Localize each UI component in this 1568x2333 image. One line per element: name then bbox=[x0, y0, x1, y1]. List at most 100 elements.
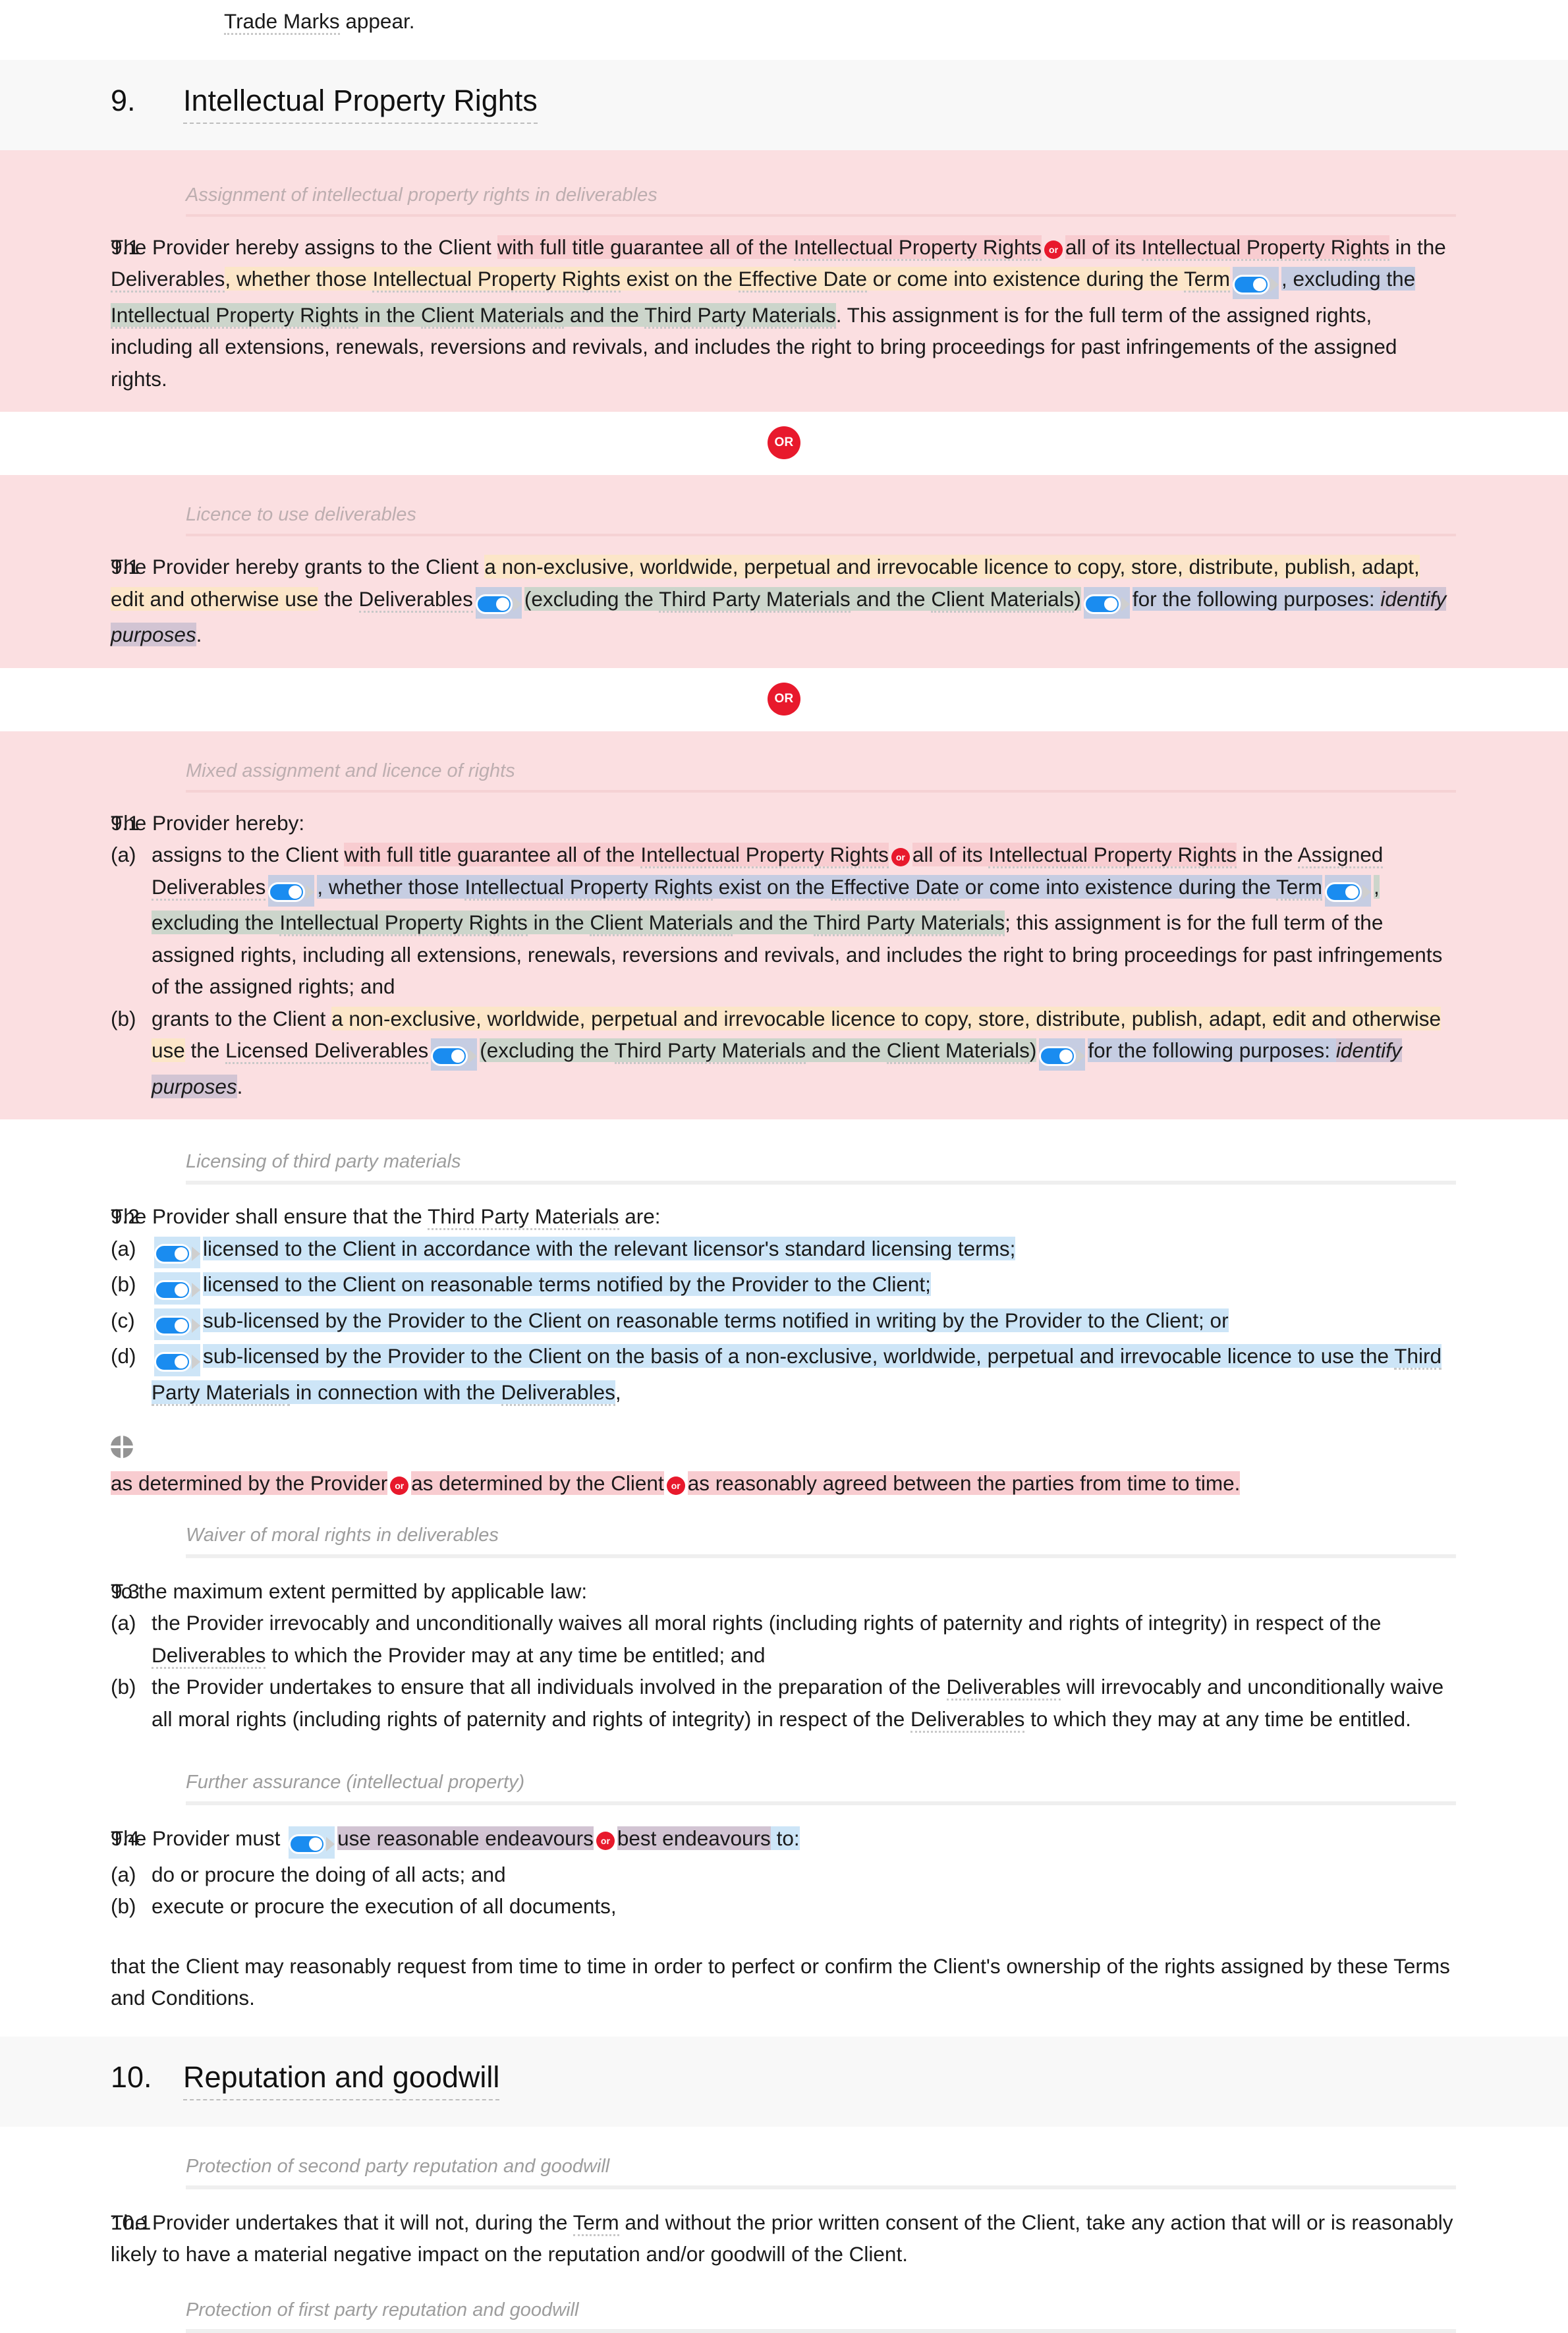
list-item: (b) the Provider undertakes to ensure th… bbox=[111, 1671, 1456, 1735]
text-run: exist on the bbox=[712, 874, 831, 899]
option-run-agreed[interactable]: as reasonably agreed between the parties… bbox=[687, 1471, 1241, 1495]
option-run-exclusions[interactable]: (excluding the Third Party Materials and… bbox=[480, 1038, 1037, 1064]
text-run: the Provider irrevocably and uncondition… bbox=[152, 1611, 1382, 1635]
sub-list: (a) do or procure the doing of all acts;… bbox=[111, 1859, 1456, 1923]
toggle-knob bbox=[1253, 277, 1266, 291]
clause-toggle[interactable] bbox=[431, 1038, 478, 1071]
toggle-pill[interactable] bbox=[154, 1351, 191, 1372]
toggle-pill[interactable] bbox=[1233, 274, 1270, 295]
or-divider-2[interactable]: OR bbox=[0, 668, 1568, 731]
defined-term: Term bbox=[1184, 267, 1230, 293]
option-run-c[interactable]: , whether those Intellectual Property Ri… bbox=[317, 874, 1322, 901]
or-badge-inline[interactable]: or bbox=[666, 1476, 685, 1495]
clause-toggle[interactable] bbox=[154, 1308, 200, 1340]
toggle-pill[interactable] bbox=[431, 1046, 468, 1066]
subheading-waiver: Waiver of moral rights in deliverables bbox=[186, 1524, 499, 1546]
clause-toggle[interactable] bbox=[1233, 267, 1279, 299]
option-run-b[interactable]: all of its Intellectual Property Rights bbox=[912, 843, 1237, 868]
clause-number: 9.2 bbox=[111, 1204, 140, 1228]
or-badge-inline[interactable]: or bbox=[1044, 240, 1063, 259]
option-block-assignment[interactable]: Assignment of intellectual property righ… bbox=[0, 150, 1568, 412]
move-handle-icon[interactable] bbox=[111, 1436, 133, 1458]
option-run-c[interactable]: , whether those Intellectual Property Ri… bbox=[225, 267, 1230, 293]
toggle-knob bbox=[289, 885, 302, 899]
toggle-pill[interactable] bbox=[154, 1279, 191, 1300]
or-badge-inline[interactable]: or bbox=[891, 848, 910, 866]
toggle-pill[interactable] bbox=[154, 1244, 191, 1264]
defined-term: Client Materials bbox=[931, 586, 1075, 613]
option-run-determined-provider[interactable]: as determined by the Provider bbox=[111, 1471, 388, 1495]
subheading-further-assurance-wrap: Further assurance (intellectual property… bbox=[0, 1735, 1568, 1805]
defined-term: Intellectual Property Rights bbox=[372, 267, 621, 293]
section-number-10: 10. bbox=[111, 2060, 152, 2094]
option-run[interactable]: sub-licensed by the Provider to the Clie… bbox=[152, 1344, 1442, 1406]
option-block-licence[interactable]: Licence to use deliverables 9.1 The Prov… bbox=[0, 475, 1568, 668]
text-run: a non-exclusive, worldwide, perpetual an… bbox=[331, 1006, 925, 1030]
text-run: The Provider undertakes that it will not… bbox=[111, 2210, 573, 2234]
defined-term: Third Party Materials bbox=[813, 911, 1005, 936]
or-badge[interactable]: OR bbox=[768, 426, 800, 459]
option-run[interactable]: licensed to the Client on reasonable ter… bbox=[203, 1272, 931, 1296]
sub-list: (a) licensed to the Client in accordance… bbox=[111, 1233, 1456, 1409]
toggle-pill[interactable] bbox=[1083, 594, 1121, 615]
option-run-d[interactable]: , excluding the bbox=[1281, 267, 1416, 291]
option-run-purposes-lead[interactable]: for the following purposes: bbox=[1088, 1038, 1336, 1062]
option-run-reasonable-endeavours[interactable]: use reasonable endeavours bbox=[337, 1826, 594, 1850]
toggle-knob bbox=[175, 1319, 188, 1333]
document-page: Trade Marks appear. 9. Intellectual Prop… bbox=[0, 0, 1568, 2333]
list-text: licensed to the Client on reasonable ter… bbox=[152, 1268, 1456, 1305]
toggle-pill[interactable] bbox=[289, 1834, 326, 1854]
clause-toggle[interactable] bbox=[1083, 586, 1130, 619]
or-divider-1[interactable]: OR bbox=[0, 412, 1568, 475]
subheading-rule bbox=[186, 213, 1456, 217]
caret-right-icon bbox=[468, 1048, 478, 1063]
section-heading-9: 9. Intellectual Property Rights bbox=[0, 82, 1568, 124]
option-block-mixed[interactable]: Mixed assignment and licence of rights 9… bbox=[0, 731, 1568, 1119]
clause-toggle[interactable] bbox=[154, 1344, 200, 1376]
toggle-pill[interactable] bbox=[154, 1316, 191, 1336]
option-run-b[interactable]: all of its Intellectual Property Rights bbox=[1065, 235, 1389, 261]
subheading-rule bbox=[186, 534, 1456, 536]
section-title-10: Reputation and goodwill bbox=[183, 2059, 500, 2100]
subheading-licence: Licence to use deliverables bbox=[186, 504, 416, 525]
option-run[interactable]: sub-licensed by the Provider to the Clie… bbox=[203, 1308, 1229, 1332]
clause-lead-text: To the maximum extent permitted by appli… bbox=[111, 1579, 588, 1603]
toggle-pill[interactable] bbox=[475, 594, 513, 615]
text-run: , whether those bbox=[317, 874, 465, 899]
option-run-licence-scope[interactable]: a non-exclusive, worldwide, perpetual an… bbox=[484, 555, 1078, 578]
clause-toggle[interactable] bbox=[154, 1272, 200, 1305]
clause-toggle[interactable] bbox=[289, 1826, 335, 1859]
clause-toggle[interactable] bbox=[268, 874, 315, 907]
or-badge-inline[interactable]: or bbox=[390, 1476, 409, 1495]
or-badge[interactable]: OR bbox=[768, 682, 800, 716]
option-run-licence-scope[interactable]: a non-exclusive, worldwide, perpetual an… bbox=[331, 1006, 925, 1030]
defined-term: Deliverables bbox=[946, 1675, 1061, 1701]
option-run-a[interactable]: with full title guarantee all of the Int… bbox=[497, 235, 1042, 261]
text-run: to which the Provider may at any time be… bbox=[266, 1643, 766, 1667]
option-run-determined-client[interactable]: as determined by the Client bbox=[411, 1471, 664, 1495]
clause-tail-text: that the Client may reasonably request f… bbox=[111, 1954, 1450, 2010]
subheading-assignment-wrap: Assignment of intellectual property righ… bbox=[0, 165, 1568, 217]
subheading-protection-first-wrap: Protection of first party reputation and… bbox=[0, 2270, 1568, 2333]
clause-toggle[interactable] bbox=[1039, 1038, 1086, 1071]
option-run-e[interactable]: Intellectual Property Rights in the Clie… bbox=[111, 302, 836, 329]
clause-toggle[interactable] bbox=[475, 586, 522, 619]
text-run: The Provider hereby assigns to the Clien… bbox=[111, 235, 497, 259]
toggle-pill[interactable] bbox=[1325, 882, 1362, 903]
option-run-exclusions[interactable]: (excluding the Third Party Materials and… bbox=[524, 586, 1081, 613]
option-run[interactable]: licensed to the Client in accordance wit… bbox=[203, 1236, 1016, 1260]
toggle-knob bbox=[1059, 1049, 1073, 1063]
subheading-protection-second-wrap: Protection of second party reputation an… bbox=[0, 2127, 1568, 2189]
toggle-pill[interactable] bbox=[1039, 1046, 1077, 1066]
clause-toggle[interactable] bbox=[154, 1236, 200, 1268]
option-run-a[interactable]: with full title guarantee all of the Int… bbox=[344, 843, 889, 868]
or-badge-inline[interactable]: or bbox=[596, 1832, 615, 1850]
clause-toggle[interactable] bbox=[1325, 874, 1371, 907]
list-letter: (c) bbox=[111, 1308, 135, 1332]
toggle-pill[interactable] bbox=[268, 882, 306, 903]
text-run: in the bbox=[1389, 235, 1446, 259]
option-run-best-endeavours[interactable]: best endeavours bbox=[617, 1826, 771, 1850]
option-run-purposes-lead[interactable]: for the following purposes: bbox=[1132, 586, 1381, 611]
toggle-knob bbox=[175, 1283, 188, 1297]
